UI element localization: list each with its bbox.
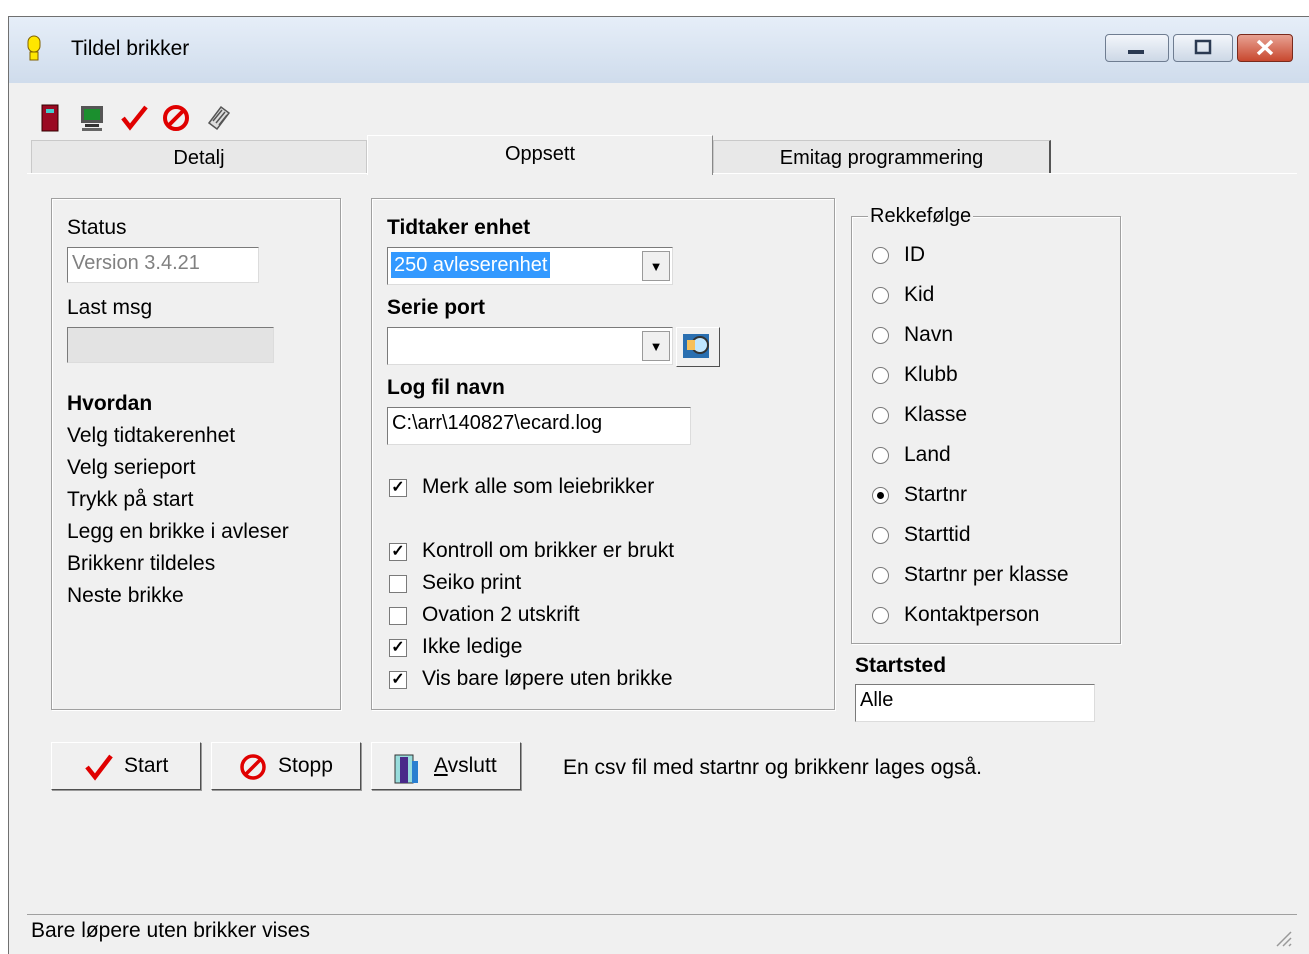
merk-leiebrikker-checkbox[interactable]: ✓	[389, 479, 407, 497]
start-place-label: Startsted	[855, 654, 947, 677]
radio-id[interactable]	[872, 247, 889, 264]
status-field: Version 3.4.21	[67, 247, 259, 283]
ikke-ledige-checkbox[interactable]: ✓	[389, 639, 407, 657]
howto-step: Brikkenr tildeles	[67, 552, 216, 575]
serial-port-select[interactable]: ▼	[387, 327, 673, 365]
radio-land-label: Land	[904, 443, 951, 466]
timer-unit-label: Tidtaker enhet	[387, 216, 531, 239]
log-file-input[interactable]: C:\arr\140827\ecard.log	[387, 407, 691, 445]
ikke-ledige-label: Ikke ledige	[422, 635, 523, 658]
tab-oppsett[interactable]: Oppsett	[367, 135, 713, 175]
dropdown-arrow-icon[interactable]: ▼	[642, 251, 670, 281]
order-title: Rekkefølge	[868, 205, 974, 228]
stop-button[interactable]: Stopp	[211, 742, 361, 790]
serial-port-label: Serie port	[387, 296, 486, 319]
radio-kid-label: Kid	[904, 283, 935, 306]
stop-icon[interactable]	[161, 103, 191, 133]
port-search-button[interactable]	[676, 327, 720, 367]
radio-starttid-label: Starttid	[904, 523, 971, 546]
tab-emitag-programmering[interactable]: Emitag programmering	[713, 140, 1051, 174]
howto-step: Legg en brikke i avleser	[67, 520, 289, 543]
resize-grip-icon[interactable]	[1273, 928, 1293, 948]
order-group: Rekkefølge ID Kid Navn Klubb Klasse Land…	[851, 205, 1121, 644]
start-place-input[interactable]: Alle	[855, 684, 1095, 722]
vis-uten-brikke-label: Vis bare løpere uten brikke	[422, 667, 673, 690]
radio-klasse-label: Klasse	[904, 403, 968, 426]
radio-kontaktperson[interactable]	[872, 607, 889, 624]
dropdown-arrow-icon[interactable]: ▼	[642, 331, 670, 361]
exit-mnemonic: A	[434, 754, 448, 777]
radio-startnr-per-klasse-label: Startnr per klasse	[904, 563, 1069, 586]
status-bar-text: Bare løpere uten brikker vises	[31, 919, 310, 942]
monitor-icon[interactable]	[77, 103, 107, 133]
start-button[interactable]: Start	[51, 742, 201, 790]
howto-step: Neste brikke	[67, 584, 184, 607]
stop-button-label: Stopp	[278, 754, 333, 777]
tab-detalj[interactable]: Detalj	[31, 140, 367, 174]
main-window: Tildel brikker Detalj Oppsett Emitag pro…	[8, 16, 1309, 954]
ecard-icon[interactable]	[203, 103, 233, 133]
radio-klasse[interactable]	[872, 407, 889, 424]
howto-step: Velg tidtakerenhet	[67, 424, 236, 447]
door-exit-icon	[394, 754, 418, 784]
close-button[interactable]	[1237, 34, 1293, 62]
last-msg-field	[67, 327, 274, 363]
app-icon	[27, 35, 41, 61]
maximize-button[interactable]	[1173, 34, 1233, 62]
window-title: Tildel brikker	[71, 37, 190, 60]
seiko-print-label: Seiko print	[422, 571, 522, 594]
port-search-icon	[683, 334, 709, 358]
tab-strip: Detalj Oppsett Emitag programmering	[31, 135, 1291, 175]
radio-klubb[interactable]	[872, 367, 889, 384]
timer-unit-value: 250 avleserenhet	[391, 252, 551, 278]
exit-button[interactable]: Avslutt	[371, 742, 521, 790]
title-bar: Tildel brikker	[9, 17, 1309, 83]
start-button-label: Start	[124, 754, 169, 777]
radio-startnr[interactable]	[872, 487, 889, 504]
radio-navn-label: Navn	[904, 323, 954, 346]
stop-icon	[240, 754, 266, 780]
howto-step: Trykk på start	[67, 488, 194, 511]
checkmark-icon	[85, 754, 113, 781]
exit-label-rest: vslutt	[447, 754, 497, 777]
radio-kontaktperson-label: Kontaktperson	[904, 603, 1040, 626]
close-icon	[1256, 39, 1274, 56]
log-file-label: Log fil navn	[387, 376, 505, 399]
last-msg-label: Last msg	[67, 296, 153, 319]
radio-land[interactable]	[872, 447, 889, 464]
status-bar: Bare løpere uten brikker vises	[27, 914, 1297, 950]
seiko-print-checkbox[interactable]	[389, 575, 407, 593]
radio-kid[interactable]	[872, 287, 889, 304]
setup-group: Tidtaker enhet 250 avleserenhet ▼ Serie …	[371, 198, 835, 710]
ovation-utskrift-checkbox[interactable]	[389, 607, 407, 625]
info-text: En csv fil med startnr og brikkenr lages…	[563, 756, 983, 779]
status-label: Status	[67, 216, 127, 239]
howto-step: Velg serieport	[67, 456, 196, 479]
checkmark-icon[interactable]	[119, 103, 149, 133]
radio-starttid[interactable]	[872, 527, 889, 544]
radio-id-label: ID	[904, 243, 925, 266]
exit-button-label: Avslutt	[434, 754, 497, 778]
minimize-button[interactable]	[1105, 34, 1169, 62]
timer-unit-select[interactable]: 250 avleserenhet ▼	[387, 247, 673, 285]
vis-uten-brikke-checkbox[interactable]: ✓	[389, 671, 407, 689]
radio-klubb-label: Klubb	[904, 363, 958, 386]
howto-title: Hvordan	[67, 392, 153, 415]
kontroll-brukt-checkbox[interactable]: ✓	[389, 543, 407, 561]
door-exit-icon[interactable]	[35, 103, 65, 133]
radio-startnr-per-klasse[interactable]	[872, 567, 889, 584]
oppsett-panel: Status Version 3.4.21 Last msg Hvordan V…	[27, 173, 1297, 913]
maximize-icon	[1194, 39, 1212, 55]
ovation-utskrift-label: Ovation 2 utskrift	[422, 603, 580, 626]
merk-leiebrikker-label: Merk alle som leiebrikker	[422, 475, 655, 498]
minimize-icon	[1128, 50, 1144, 54]
kontroll-brukt-label: Kontroll om brikker er brukt	[422, 539, 675, 562]
radio-startnr-label: Startnr	[904, 483, 968, 506]
radio-navn[interactable]	[872, 327, 889, 344]
status-group: Status Version 3.4.21 Last msg Hvordan V…	[51, 198, 341, 710]
